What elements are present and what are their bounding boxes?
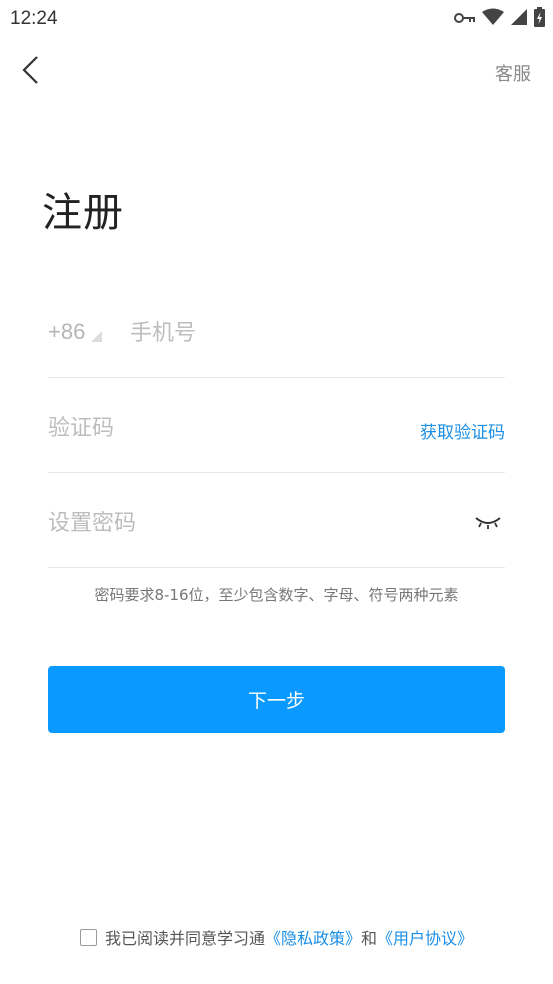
nav-bar: 客服 bbox=[0, 44, 553, 100]
chevron-left-icon bbox=[21, 55, 41, 89]
back-button[interactable] bbox=[14, 54, 48, 90]
user-agreement-link[interactable]: 《用户协议》 bbox=[377, 925, 473, 949]
agreement-row: 我已阅读并同意学习通 《隐私政策》 和 《用户协议》 bbox=[0, 925, 553, 949]
phone-field-row: +86 bbox=[48, 283, 505, 378]
status-icons bbox=[454, 7, 545, 31]
password-hint: 密码要求8-16位，至少包含数字、字母、符号两种元素 bbox=[94, 586, 459, 604]
next-button[interactable]: 下一步 bbox=[48, 666, 505, 733]
cell-signal-icon bbox=[510, 8, 528, 30]
country-code-label: +86 bbox=[48, 319, 86, 344]
get-code-button[interactable]: 获取验证码 bbox=[420, 418, 505, 443]
agreement-prefix: 我已阅读并同意学习通 bbox=[104, 929, 265, 948]
password-input[interactable] bbox=[48, 507, 448, 539]
country-code-selector[interactable]: +86 bbox=[48, 319, 103, 345]
agreement-and: 和 bbox=[361, 929, 378, 948]
phone-input[interactable] bbox=[130, 317, 500, 349]
customer-service-link[interactable]: 客服 bbox=[495, 60, 531, 86]
status-bar: 12:24 bbox=[0, 0, 553, 40]
key-icon bbox=[454, 10, 476, 29]
wifi-icon bbox=[482, 8, 504, 30]
status-time: 12:24 bbox=[10, 8, 58, 29]
battery-charging-icon bbox=[534, 7, 545, 31]
verification-code-input[interactable] bbox=[48, 412, 388, 444]
dropdown-caret-icon bbox=[91, 331, 103, 342]
page-title: 注册 bbox=[42, 190, 124, 236]
password-field-row bbox=[48, 473, 505, 568]
eye-closed-icon[interactable] bbox=[475, 515, 501, 531]
privacy-policy-link[interactable]: 《隐私政策》 bbox=[265, 925, 361, 949]
code-field-row: 获取验证码 bbox=[48, 378, 505, 473]
agreement-checkbox[interactable] bbox=[79, 928, 97, 946]
